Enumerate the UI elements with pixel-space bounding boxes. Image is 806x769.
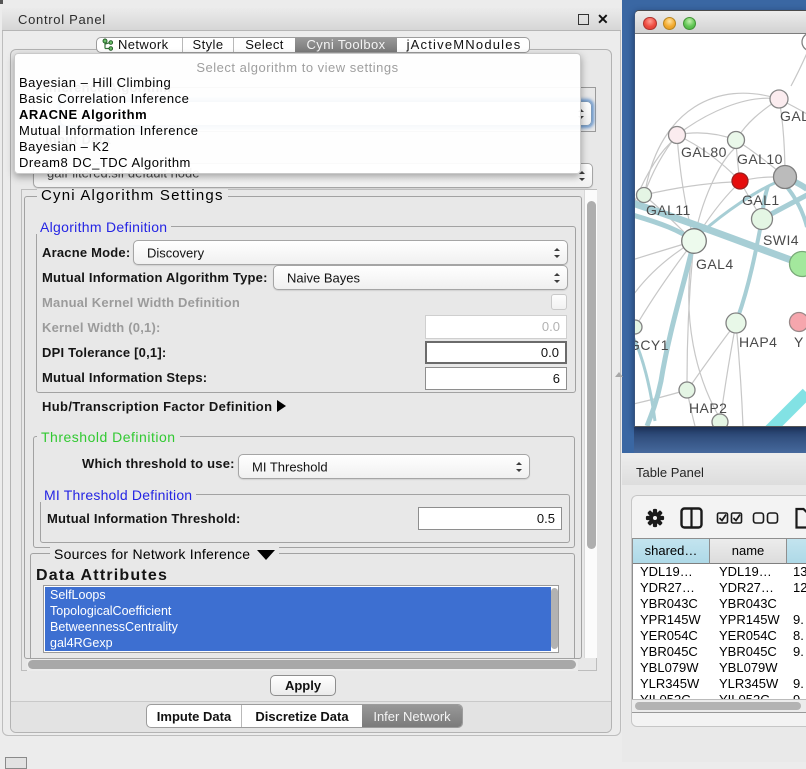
svg-text:GAL7: GAL7 <box>780 108 806 124</box>
svg-text:GAL10: GAL10 <box>737 151 783 167</box>
svg-text:SWI4: SWI4 <box>763 232 799 248</box>
svg-text:GAL1: GAL1 <box>742 192 780 208</box>
svg-text:HAP2: HAP2 <box>689 400 727 416</box>
svg-text:HAP4: HAP4 <box>739 334 777 350</box>
svg-text:GAL4: GAL4 <box>696 256 734 272</box>
svg-text:GAL11: GAL11 <box>646 202 691 218</box>
svg-text:Y: Y <box>794 334 804 350</box>
svg-text:GAL80: GAL80 <box>681 144 727 160</box>
svg-text:GCY1: GCY1 <box>635 337 669 353</box>
